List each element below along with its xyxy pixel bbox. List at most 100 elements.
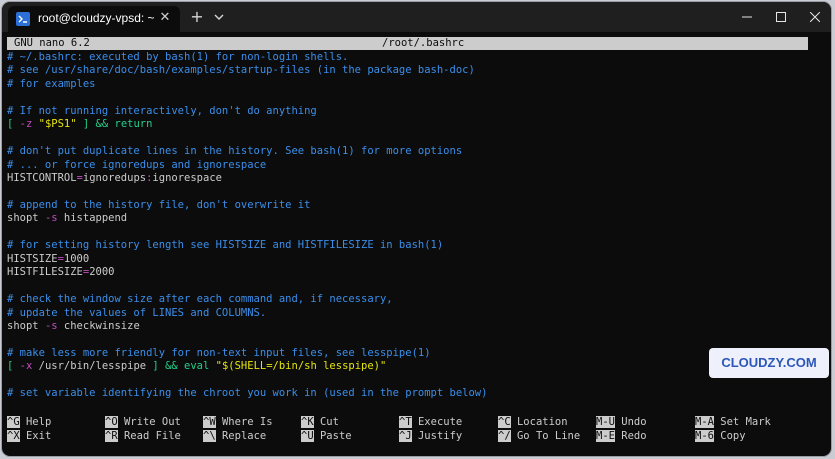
code-line: HISTSIZE=1000 <box>7 253 89 267</box>
shortcut-key: ^/ <box>498 429 511 442</box>
shortcut-label: Location <box>510 416 568 428</box>
code-token: HISTSIZE <box>7 252 58 265</box>
shortcut-label: Paste <box>313 429 352 442</box>
editor-name: GNU nano 6.2 <box>14 37 90 49</box>
shortcut-key: ^T <box>399 416 412 428</box>
code-token: -s <box>44 212 58 225</box>
shortcut-key: ^J <box>399 429 412 442</box>
chevron-down-icon[interactable] <box>210 8 228 26</box>
shortcut-label: Justify <box>411 429 463 442</box>
shortcut-item: ^J Justify <box>399 429 463 444</box>
close-tab-icon[interactable]: ✕ <box>156 9 174 27</box>
code-line: # ~/.bashrc: executed by bash(1) for non… <box>7 51 348 65</box>
code-token: [ <box>7 360 20 373</box>
shortcut-item: M-6 Copy <box>695 429 746 444</box>
code-token: [ <box>7 118 20 131</box>
code-line: shopt -s histappend <box>7 212 127 226</box>
nano-header: GNU nano 6.2 /root/.bashrc <box>7 37 808 50</box>
shortcut-label: Redo <box>614 429 647 442</box>
code-token: 1000 <box>63 252 90 265</box>
shortcut-key: M-U <box>596 416 615 428</box>
shortcut-key: ^R <box>105 429 118 442</box>
code-token: ignorespace <box>152 172 222 185</box>
terminal-content[interactable]: GNU nano 6.2 /root/.bashrc # ~/.bashrc: … <box>2 32 831 456</box>
shortcut-label: Exit <box>19 429 52 442</box>
code-token: # make less more friendly for non-text i… <box>7 346 431 359</box>
code-token: shopt <box>7 320 45 332</box>
code-token: # set variable identifying the chroot yo… <box>7 387 488 400</box>
code-token: # don't put duplicate lines in the histo… <box>7 145 463 158</box>
code-line: # make less more friendly for non-text i… <box>7 347 431 361</box>
code-token: -z <box>19 118 33 131</box>
shortcut-item: ^G Help <box>7 416 51 430</box>
code-line: # for setting history length see HISTSIZ… <box>7 239 443 253</box>
shortcut-label: Replace <box>215 429 267 442</box>
new-tab-button[interactable]: + <box>188 8 206 26</box>
code-token: # for setting history length see HISTSIZ… <box>7 239 444 252</box>
shortcut-item: M-U Undo <box>596 416 647 430</box>
code-token: # for examples <box>7 77 96 90</box>
code-token: /usr/bin/lesspipe <box>32 360 153 373</box>
code-token: HISTFILESIZE <box>7 266 83 279</box>
shortcut-label: Undo <box>614 416 647 428</box>
code-token: checkwinsize <box>57 320 140 332</box>
tab-title: root@cloudzy-vpsd: ~ <box>38 11 155 25</box>
shortcut-label: Copy <box>713 429 746 442</box>
shortcut-key: ^U <box>301 429 314 442</box>
code-token: ignoredups <box>82 172 147 185</box>
terminal-icon <box>16 12 30 26</box>
shortcut-key: ^O <box>105 416 118 428</box>
close-window-button[interactable] <box>796 2 831 32</box>
shortcut-item: ^\ Replace <box>203 429 267 444</box>
code-line: # ... or force ignoredups and ignorespac… <box>7 159 266 173</box>
shortcut-key: ^\ <box>203 429 216 442</box>
shortcut-item: ^W Where Is <box>203 416 273 430</box>
shortcut-item: ^U Paste <box>301 429 352 444</box>
shortcut-item: M-A Set Mark <box>695 416 771 430</box>
code-line: shopt -s checkwinsize <box>7 320 140 334</box>
shortcut-label: Go To Line <box>510 429 581 442</box>
code-line: HISTFILESIZE=2000 <box>7 266 114 280</box>
code-token: # ... or force ignoredups and ignorespac… <box>7 158 267 171</box>
code-line: # for examples <box>7 78 96 92</box>
shortcut-item: ^X Exit <box>7 429 52 444</box>
maximize-button[interactable] <box>762 2 800 32</box>
code-line: [ -x /usr/bin/lesspipe ] && eval "$(SHEL… <box>7 360 386 374</box>
shortcut-key: ^C <box>498 416 511 428</box>
shortcut-label: Write Out <box>117 416 181 428</box>
code-token: 2000 <box>89 266 115 279</box>
watermark-logo: CLOUDZY.COM <box>709 348 829 378</box>
code-token: HISTCONTROL <box>7 172 77 185</box>
code-line: # update the values of LINES and COLUMNS… <box>7 307 266 321</box>
code-line: # If not running interactively, don't do… <box>7 105 317 119</box>
code-token: -s <box>44 320 58 332</box>
shortcut-label: Execute <box>411 416 463 428</box>
shortcut-key: ^X <box>7 429 20 442</box>
code-token: "$PS1" <box>38 118 77 131</box>
shortcut-label: Read File <box>117 429 181 442</box>
code-token: # If not running interactively, don't do… <box>7 104 317 117</box>
code-line: # don't put duplicate lines in the histo… <box>7 145 462 159</box>
shortcut-key: M-A <box>695 416 714 428</box>
shortcut-key: M-6 <box>695 429 714 442</box>
code-line: HISTCONTROL=ignoredups:ignorespace <box>7 172 222 186</box>
code-token: # check the window size after each comma… <box>7 293 393 306</box>
shortcut-key: ^K <box>301 416 314 428</box>
code-token: shopt <box>7 212 45 225</box>
code-token: # append to the history file, don't over… <box>7 198 311 211</box>
code-token: # update the values of LINES and COLUMNS… <box>7 306 267 319</box>
code-line: # append to the history file, don't over… <box>7 199 310 213</box>
code-token: ] && return <box>76 118 153 131</box>
code-token: -x <box>19 360 33 373</box>
title-bar: root@cloudzy-vpsd: ~ ✕ + <box>2 2 831 32</box>
minimize-button[interactable] <box>728 2 766 32</box>
code-token: histappend <box>57 212 128 225</box>
terminal-tab[interactable]: root@cloudzy-vpsd: ~ ✕ <box>8 6 180 32</box>
shortcut-label: Cut <box>313 416 339 428</box>
code-token: "$(SHELL=/bin/sh lesspipe)" <box>215 360 387 373</box>
shortcut-item: ^/ Go To Line <box>498 429 581 444</box>
shortcut-key: ^G <box>7 416 20 428</box>
code-token: ] && eval <box>152 360 216 373</box>
shortcut-label: Help <box>19 416 52 428</box>
shortcut-item: ^O Write Out <box>105 416 181 430</box>
